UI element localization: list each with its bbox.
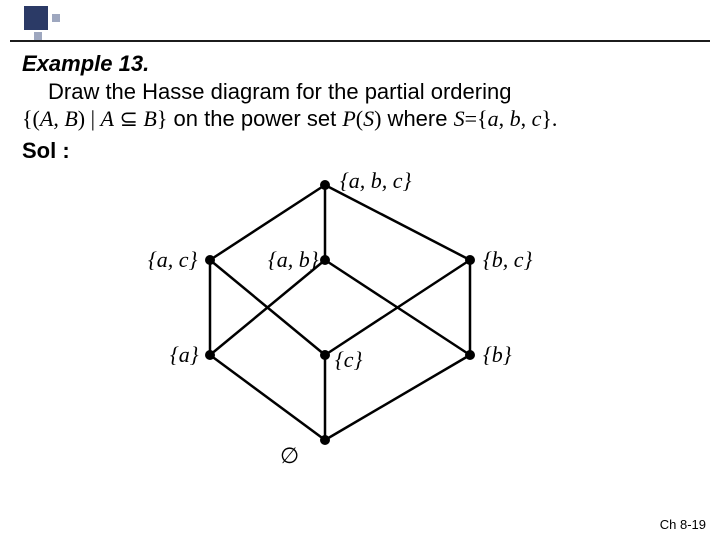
- txt-mid: on the power set: [167, 106, 342, 131]
- node-c: [320, 350, 330, 360]
- node-empty: [320, 435, 330, 445]
- set-close: }.: [541, 106, 557, 131]
- slide: Example 13. Draw the Hasse diagram for t…: [0, 0, 720, 540]
- comma-1: ,: [53, 106, 64, 131]
- sym-b: b: [510, 106, 521, 131]
- label-a: {a}: [170, 342, 199, 368]
- page-footer: Ch 8-19: [660, 517, 706, 532]
- deco-square-large: [24, 6, 48, 30]
- node-bc: [465, 255, 475, 265]
- sym-S2: S: [454, 106, 465, 131]
- label-bc: {b, c}: [483, 247, 532, 273]
- edge: [210, 355, 325, 440]
- paren-open: (: [356, 106, 363, 131]
- node-ab: [320, 255, 330, 265]
- node-ac: [205, 255, 215, 265]
- c2: ,: [521, 106, 532, 131]
- label-ac: {a, c}: [148, 247, 197, 273]
- node-a: [205, 350, 215, 360]
- sym-P: P: [342, 106, 355, 131]
- sym-A: A: [40, 106, 53, 131]
- node-b: [465, 350, 475, 360]
- rel-mid: ) |: [78, 106, 101, 131]
- label-b: {b}: [483, 342, 512, 368]
- rel-close: }: [157, 106, 168, 131]
- corner-decoration: [24, 6, 64, 40]
- sym-B: B: [64, 106, 77, 131]
- solution-label: Sol :: [22, 137, 698, 165]
- label-ab: {a, b}: [268, 247, 319, 273]
- problem-line-1: Draw the Hasse diagram for the partial o…: [22, 78, 698, 106]
- example-title: Example 13.: [22, 50, 698, 78]
- label-empty: ∅: [280, 443, 299, 469]
- rel-open: {(: [22, 106, 40, 131]
- txt-where: where: [381, 106, 453, 131]
- label-c: {c}: [335, 347, 362, 373]
- sym-B2: B: [143, 106, 156, 131]
- hasse-svg: [150, 165, 570, 465]
- deco-square-small-1: [52, 14, 60, 22]
- sym-S: S: [363, 106, 374, 131]
- label-abc: {a, b, c}: [340, 168, 411, 194]
- c1: ,: [499, 106, 510, 131]
- set-open: {: [477, 106, 488, 131]
- hasse-diagram: {a, b, c} {a, c} {a, b} {b, c} {a} {c} {…: [150, 165, 570, 465]
- content-body: Example 13. Draw the Hasse diagram for t…: [22, 50, 698, 164]
- sym-A2: A: [101, 106, 114, 131]
- eq-sym: =: [465, 106, 477, 131]
- horizontal-rule: [10, 40, 710, 42]
- subset-sym: ⊆: [114, 106, 143, 131]
- problem-line-2: {(A, B) | A ⊆ B} on the power set P(S) w…: [22, 105, 698, 133]
- node-abc: [320, 180, 330, 190]
- deco-square-small-2: [34, 32, 42, 40]
- sym-c: c: [532, 106, 542, 131]
- edge: [325, 185, 470, 260]
- sym-a: a: [488, 106, 499, 131]
